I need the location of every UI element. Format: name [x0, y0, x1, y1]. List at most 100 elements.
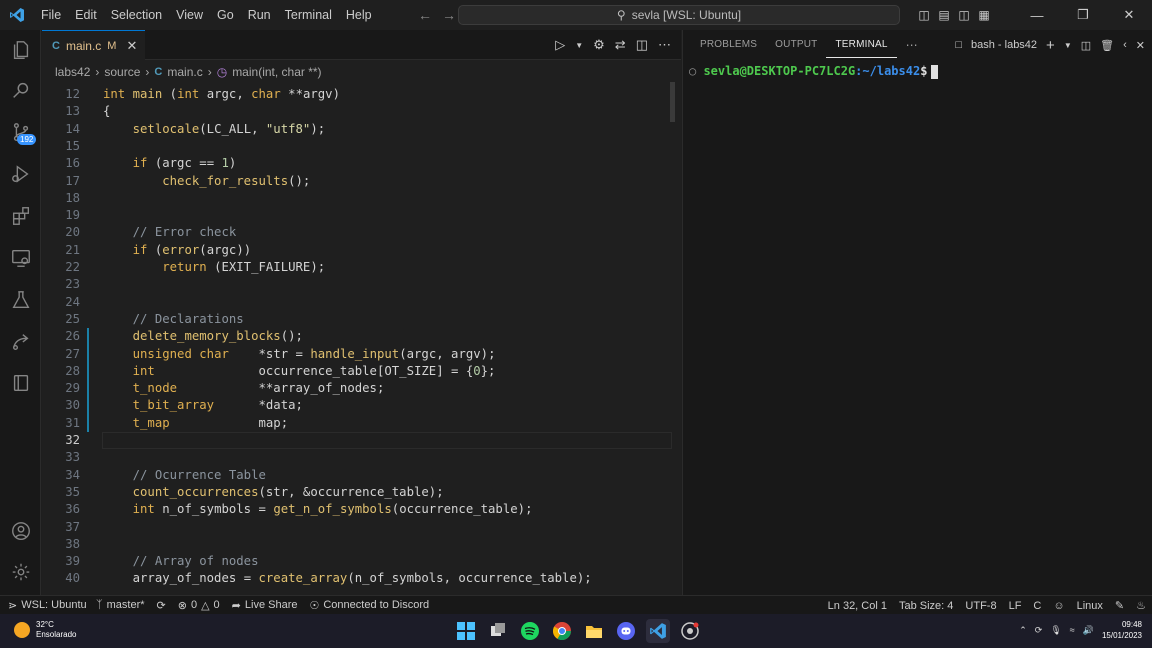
menu-run[interactable]: Run [241, 0, 278, 30]
code-line[interactable]: 19 [42, 207, 681, 224]
toggle-sidebar-icon[interactable]: ◫ [914, 0, 934, 30]
live-share-icon[interactable] [0, 322, 41, 362]
clock[interactable]: 09:48 15/01/2023 [1102, 619, 1142, 641]
code-line[interactable]: 34 // Ocurrence Table [42, 467, 681, 484]
code-line[interactable]: 14 setlocale(LC_ALL, "utf8"); [42, 121, 681, 138]
kill-terminal-icon[interactable]: 🗑 [1100, 39, 1114, 52]
os-label[interactable]: Linux [1071, 600, 1109, 612]
code-line[interactable]: 26 delete_memory_blocks(); [42, 328, 681, 345]
line-ending[interactable]: LF [1003, 600, 1028, 612]
remote-indicator[interactable]: ⋗ WSL: Ubuntu [0, 595, 90, 615]
extensions-icon[interactable] [0, 196, 41, 236]
breadcrumb-file[interactable]: main.c [167, 65, 202, 79]
copilot-icon[interactable]: ☺ [1047, 600, 1070, 612]
code-line[interactable]: 22 return (EXIT_FAILURE); [42, 259, 681, 276]
tab-main-c[interactable]: C main.c M ✕ [42, 30, 145, 60]
chrome-icon[interactable] [550, 619, 574, 643]
timeline-icon[interactable] [0, 363, 41, 403]
code-line[interactable]: 15 [42, 138, 681, 155]
sync-tray-icon[interactable]: ⟳ [1035, 625, 1043, 636]
code-line[interactable]: 25 // Declarations [42, 311, 681, 328]
code-line[interactable]: 23 [42, 276, 681, 293]
tab-problems[interactable]: PROBLEMS [691, 30, 766, 60]
notifications-bell-icon[interactable]: ♨ [1130, 599, 1152, 612]
tab-terminal[interactable]: TERMINAL [826, 33, 897, 58]
chevron-left-icon[interactable]: ‹ [1123, 39, 1127, 51]
code-line[interactable]: 13 { [42, 103, 681, 120]
cursor-position[interactable]: Ln 32, Col 1 [822, 600, 893, 612]
menu-selection[interactable]: Selection [104, 0, 169, 30]
terminal-name[interactable]: bash - labs42 [971, 39, 1037, 51]
back-arrow-icon[interactable]: ← [418, 7, 432, 23]
close-tab-icon[interactable]: ✕ [126, 38, 137, 54]
code-line[interactable]: 36 int n_of_symbols = get_n_of_symbols(o… [42, 501, 681, 518]
settings-icon[interactable]: ⚙ [593, 37, 605, 53]
code-line[interactable]: 28 int occurrence_table[OT_SIZE] = {0}; [42, 363, 681, 380]
toggle-panel-icon[interactable]: ▤ [934, 0, 954, 30]
branch-indicator[interactable]: ᛉ master* [90, 599, 151, 611]
code-line[interactable]: 24 [42, 294, 681, 311]
compare-icon[interactable]: ⇄ [615, 37, 626, 53]
code-line[interactable]: 35 count_occurrences(str, &occurrence_ta… [42, 484, 681, 501]
close-window-button[interactable]: ✕ [1106, 0, 1152, 30]
breadcrumb-folder[interactable]: source [104, 65, 140, 79]
source-control-icon[interactable] [0, 112, 41, 152]
run-debug-icon[interactable] [0, 154, 41, 194]
code-line[interactable]: 30 t_bit_array *data; [42, 397, 681, 414]
code-line[interactable]: 31 t_map map; [42, 415, 681, 432]
forward-arrow-icon[interactable]: → [442, 7, 456, 23]
weather-widget[interactable]: 32°C Ensolarado [14, 620, 76, 640]
volume-icon[interactable]: 🔊 [1083, 625, 1094, 636]
settings-gear-icon[interactable] [0, 552, 41, 592]
breadcrumb-symbol[interactable]: main(int, char **) [232, 65, 321, 79]
code-line[interactable]: 37 [42, 519, 681, 536]
terminal-dropdown-icon[interactable]: ▼ [1064, 41, 1072, 50]
menu-view[interactable]: View [169, 0, 210, 30]
breadcrumb-root[interactable]: labs42 [55, 65, 90, 79]
run-dropdown-icon[interactable]: ▼ [575, 41, 583, 50]
github-desktop-icon[interactable] [678, 619, 702, 643]
code-line[interactable]: 17 check_for_results(); [42, 173, 681, 190]
code-line[interactable]: 18 [42, 190, 681, 207]
code-editor[interactable]: 12 int main (int argc, char **argv) 13 {14 … [42, 83, 681, 595]
code-line[interactable]: 20 // Error check [42, 224, 681, 241]
windows-start-icon[interactable] [454, 619, 478, 643]
testing-icon[interactable] [0, 280, 41, 320]
code-line[interactable]: 33 [42, 449, 681, 466]
wifi-icon[interactable]: ≈ [1070, 625, 1075, 635]
code-line[interactable]: 32 [42, 432, 681, 450]
close-panel-icon[interactable]: ✕ [1136, 39, 1145, 52]
restore-button[interactable]: ❐ [1060, 0, 1106, 30]
code-line[interactable]: 29 t_node **array_of_nodes; [42, 380, 681, 397]
search-view-icon[interactable] [0, 71, 41, 111]
more-tabs-icon[interactable]: ⋯ [897, 30, 927, 60]
code-line[interactable]: 40 array_of_nodes = create_array(n_of_sy… [42, 570, 681, 587]
new-terminal-icon[interactable]: + [1046, 37, 1055, 54]
spotify-icon[interactable] [518, 619, 542, 643]
vscode-taskbar-icon[interactable] [646, 619, 670, 643]
customize-layout-icon[interactable]: ▦ [974, 0, 994, 30]
live-share-status[interactable]: ➦ Live Share [226, 599, 304, 612]
more-actions-icon[interactable]: ⋯ [658, 37, 671, 53]
code-line[interactable]: 27 unsigned char *str = handle_input(arg… [42, 346, 681, 363]
minimize-button[interactable]: — [1014, 0, 1060, 30]
remote-explorer-icon[interactable] [0, 238, 41, 278]
tab-output[interactable]: OUTPUT [766, 30, 826, 60]
run-file-icon[interactable]: ▷ [555, 37, 565, 53]
tab-size[interactable]: Tab Size: 4 [893, 600, 959, 612]
menu-go[interactable]: Go [210, 0, 241, 30]
menu-edit[interactable]: Edit [68, 0, 104, 30]
menu-terminal[interactable]: Terminal [278, 0, 339, 30]
split-terminal-icon[interactable]: ◫ [1081, 39, 1091, 52]
file-explorer-icon[interactable] [582, 619, 606, 643]
explorer-icon[interactable] [0, 30, 41, 70]
sync-icon[interactable]: ⟳ [151, 599, 172, 612]
command-center[interactable]: ⚲ sevla [WSL: Ubuntu] [458, 5, 900, 25]
microphone-icon[interactable]: 🎙 [1050, 625, 1061, 636]
scrollbar-thumb[interactable] [670, 82, 675, 122]
code-line[interactable]: 16 if (argc == 1) [42, 155, 681, 172]
code-line[interactable]: 38 [42, 536, 681, 553]
code-line[interactable]: 12 int main (int argc, char **argv) [42, 86, 681, 103]
tray-chevron-up-icon[interactable]: ⌃ [1019, 625, 1027, 636]
discord-status[interactable]: ☉ Connected to Discord [303, 599, 435, 612]
